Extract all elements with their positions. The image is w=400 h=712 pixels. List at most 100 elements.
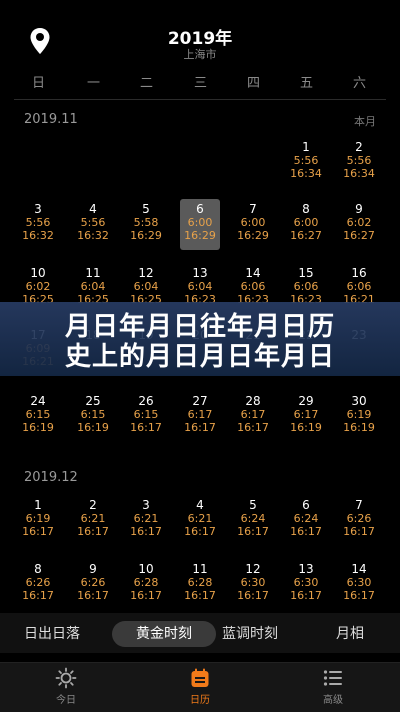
sunrise-time: 6:21 <box>187 512 213 525</box>
sunrise-time: 6:28 <box>187 576 213 589</box>
day-number: 29 <box>298 394 314 408</box>
bottom-nav: 今日 日历 高级 <box>0 662 400 712</box>
day-number: 6 <box>302 498 310 512</box>
sunset-time: 16:17 <box>290 525 322 538</box>
sunrise-time: 5:56 <box>293 154 319 167</box>
day-cell[interactable]: 1 5:56 16:34 <box>286 140 326 180</box>
overlay-banner: 月日年月日往年月日历 史上的月日月日年月日 <box>0 302 400 376</box>
sunrise-time: 6:00 <box>187 216 213 229</box>
day-cell[interactable]: 30 6:19 16:19 <box>339 394 379 434</box>
day-cell[interactable]: 10 6:28 16:17 <box>126 562 166 602</box>
sunset-time: 16:17 <box>343 525 375 538</box>
sunset-time: 16:19 <box>22 421 54 434</box>
current-month-tag: 本月 <box>354 115 376 128</box>
day-number: 30 <box>351 394 367 408</box>
day-cell[interactable]: 9 6:26 16:17 <box>73 562 113 602</box>
sunset-time: 16:17 <box>77 525 109 538</box>
day-number: 1 <box>302 140 310 154</box>
sunset-time: 16:17 <box>130 525 162 538</box>
sunrise-time: 6:30 <box>293 576 319 589</box>
sunrise-time: 6:15 <box>25 408 51 421</box>
sunrise-time: 6:06 <box>293 280 319 293</box>
weekday-label: 五 <box>299 76 313 91</box>
sunrise-time: 6:28 <box>133 576 159 589</box>
sunset-time: 16:17 <box>237 421 269 434</box>
month-label: 2019.11 <box>24 112 78 127</box>
sunset-time: 16:17 <box>22 525 54 538</box>
sunrise-time: 6:24 <box>240 512 266 525</box>
day-cell[interactable]: 3 6:21 16:17 <box>126 498 166 538</box>
tab-moon-phase[interactable]: 月相 <box>322 621 378 647</box>
day-cell[interactable]: 2 6:21 16:17 <box>73 498 113 538</box>
nav-calendar[interactable]: 日历 <box>160 667 240 706</box>
sunrise-time: 6:17 <box>240 408 266 421</box>
day-cell[interactable]: 5 6:24 16:17 <box>233 498 273 538</box>
day-cell[interactable]: 3 5:56 16:32 <box>18 202 58 242</box>
day-cell[interactable]: 11 6:04 16:25 <box>73 266 113 306</box>
sunrise-time: 6:00 <box>240 216 266 229</box>
day-cell[interactable]: 11 6:28 16:17 <box>180 562 220 602</box>
nav-today[interactable]: 今日 <box>26 667 106 706</box>
day-cell[interactable]: 15 6:06 16:23 <box>286 266 326 306</box>
day-cell[interactable]: 13 6:04 16:23 <box>180 266 220 306</box>
nav-advanced[interactable]: 高级 <box>293 667 373 706</box>
sunset-time: 16:17 <box>237 589 269 602</box>
day-cell[interactable]: 10 6:02 16:25 <box>18 266 58 306</box>
header: 2019年 上海市 <box>0 0 400 70</box>
sunset-time: 16:27 <box>290 229 322 242</box>
day-cell[interactable]: 28 6:17 16:17 <box>233 394 273 434</box>
tab-sunrise-sunset[interactable]: 日出日落 <box>10 621 94 647</box>
sunrise-time: 6:17 <box>293 408 319 421</box>
sunset-time: 16:17 <box>290 589 322 602</box>
sunset-time: 16:29 <box>184 229 216 242</box>
day-cell[interactable]: 9 6:02 16:27 <box>339 202 379 242</box>
sunrise-time: 6:21 <box>80 512 106 525</box>
day-cell[interactable]: 27 6:17 16:17 <box>180 394 220 434</box>
day-number: 12 <box>138 266 154 280</box>
sunset-time: 16:19 <box>343 421 375 434</box>
day-number: 14 <box>351 562 367 576</box>
sunset-time: 16:17 <box>130 421 162 434</box>
sunrise-time: 6:06 <box>240 280 266 293</box>
weekday-label: 一 <box>86 76 100 91</box>
day-number: 5 <box>142 202 150 216</box>
day-cell[interactable]: 24 6:15 16:19 <box>18 394 58 434</box>
day-cell[interactable]: 26 6:15 16:17 <box>126 394 166 434</box>
day-cell[interactable]: 4 5:56 16:32 <box>73 202 113 242</box>
sunset-time: 16:17 <box>184 589 216 602</box>
sunrise-time: 6:19 <box>346 408 372 421</box>
sunset-time: 16:32 <box>77 229 109 242</box>
sunrise-time: 6:17 <box>187 408 213 421</box>
sunset-time: 16:17 <box>237 525 269 538</box>
day-cell[interactable]: 7 6:00 16:29 <box>233 202 273 242</box>
weekday-header: 日一二三四五六 <box>0 72 400 92</box>
day-cell[interactable]: 8 6:26 16:17 <box>18 562 58 602</box>
day-number: 27 <box>192 394 208 408</box>
day-cell[interactable]: 5 5:58 16:29 <box>126 202 166 242</box>
day-cell[interactable]: 8 6:00 16:27 <box>286 202 326 242</box>
sunrise-time: 6:19 <box>25 512 51 525</box>
tab-golden-hour[interactable]: 黄金时刻 <box>112 621 216 647</box>
day-cell[interactable]: 16 6:06 16:21 <box>339 266 379 306</box>
day-cell[interactable]: 12 6:04 16:25 <box>126 266 166 306</box>
day-cell[interactable]: 14 6:30 16:17 <box>339 562 379 602</box>
day-cell[interactable]: 6 6:24 16:17 <box>286 498 326 538</box>
day-cell[interactable]: 14 6:06 16:23 <box>233 266 273 306</box>
day-cell[interactable]: 2 5:56 16:34 <box>339 140 379 180</box>
day-cell-today[interactable]: 6 6:00 16:29 <box>180 199 220 250</box>
day-cell[interactable]: 12 6:30 16:17 <box>233 562 273 602</box>
day-cell[interactable]: 29 6:17 16:19 <box>286 394 326 434</box>
sun-icon <box>55 667 77 689</box>
day-cell[interactable]: 4 6:21 16:17 <box>180 498 220 538</box>
day-cell[interactable]: 7 6:26 16:17 <box>339 498 379 538</box>
day-cell[interactable]: 25 6:15 16:19 <box>73 394 113 434</box>
day-number: 8 <box>34 562 42 576</box>
day-number: 25 <box>85 394 101 408</box>
day-number: 4 <box>196 498 204 512</box>
day-cell[interactable]: 13 6:30 16:17 <box>286 562 326 602</box>
sunset-time: 16:17 <box>184 525 216 538</box>
weekday-label: 三 <box>193 76 207 91</box>
tab-blue-hour[interactable]: 蓝调时刻 <box>212 621 288 647</box>
day-cell[interactable]: 1 6:19 16:17 <box>18 498 58 538</box>
sunset-time: 16:19 <box>77 421 109 434</box>
